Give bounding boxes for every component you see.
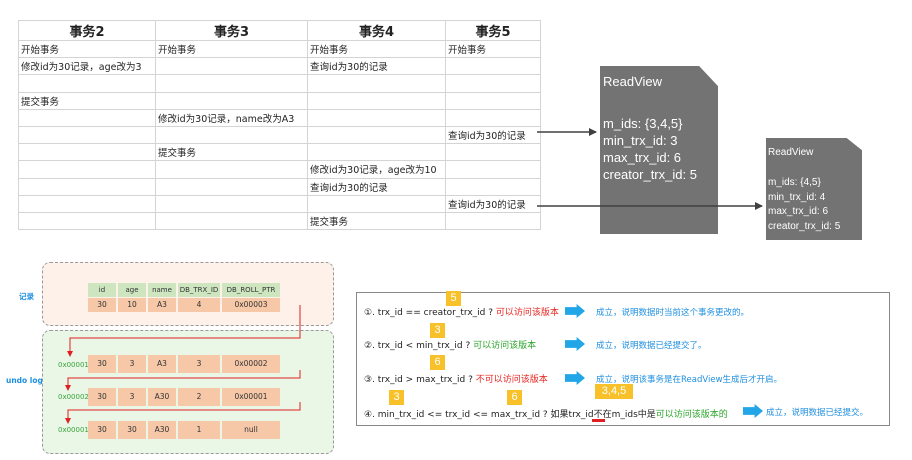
rule-result: 成立，说明数据已经提交。 (766, 408, 869, 418)
value-tag: 3 (430, 323, 445, 338)
value-tag: 3 (389, 390, 404, 405)
visibility-rules-box: 5 ①. trx_id == creator_trx_id ? 可以访问该版本 … (356, 291, 890, 426)
value-tag: 3,4,5 (595, 384, 633, 399)
rule-2: ②. trx_id < min_trx_id ? 可以访问该版本 (364, 338, 536, 351)
roll-ptr-arrow-3 (65, 402, 301, 424)
rule-text: ①. trx_id == creator_trx_id ? (364, 308, 496, 318)
value-tag: 6 (507, 390, 522, 405)
value-tag: 6 (430, 355, 445, 370)
arrow-right-icon (565, 371, 585, 385)
arrow-right-icon (565, 304, 585, 318)
rule-text: ②. trx_id < min_trx_id ? (364, 341, 474, 351)
rule-verdict: 可以访问该版本 (473, 341, 537, 351)
arrow-right-icon (565, 337, 585, 351)
emphasis-underline (592, 419, 605, 422)
rule-text: ③. trx_id > max_trx_id ? (364, 375, 476, 385)
rule-text: m_ids中是 (611, 410, 656, 420)
roll-ptr-arrow-2 (65, 370, 301, 391)
arrow-right-icon (743, 404, 763, 418)
rule-verdict: 不可以访问该版本 (475, 375, 548, 385)
rule-verdict: 可以访问该版本 (495, 308, 559, 318)
rule-result: 成立，说明数据时当前这个事务更改的。 (596, 308, 750, 318)
rule-3: ③. trx_id > max_trx_id ? 不可以访问该版本 (364, 372, 548, 385)
value-tag: 5 (446, 291, 461, 306)
rule-result: 成立，说明数据已经提交了。 (596, 341, 707, 351)
roll-ptr-arrow-1 (67, 305, 301, 357)
rule-1: ①. trx_id == creator_trx_id ? 可以访问该版本 (364, 305, 559, 318)
rule-text: ④. min_trx_id <= trx_id <= max_trx_id ? … (364, 410, 594, 420)
rule-verdict: 可以访问该版本的 (655, 410, 728, 420)
rule-4: ④. min_trx_id <= trx_id <= max_trx_id ? … (364, 407, 728, 420)
